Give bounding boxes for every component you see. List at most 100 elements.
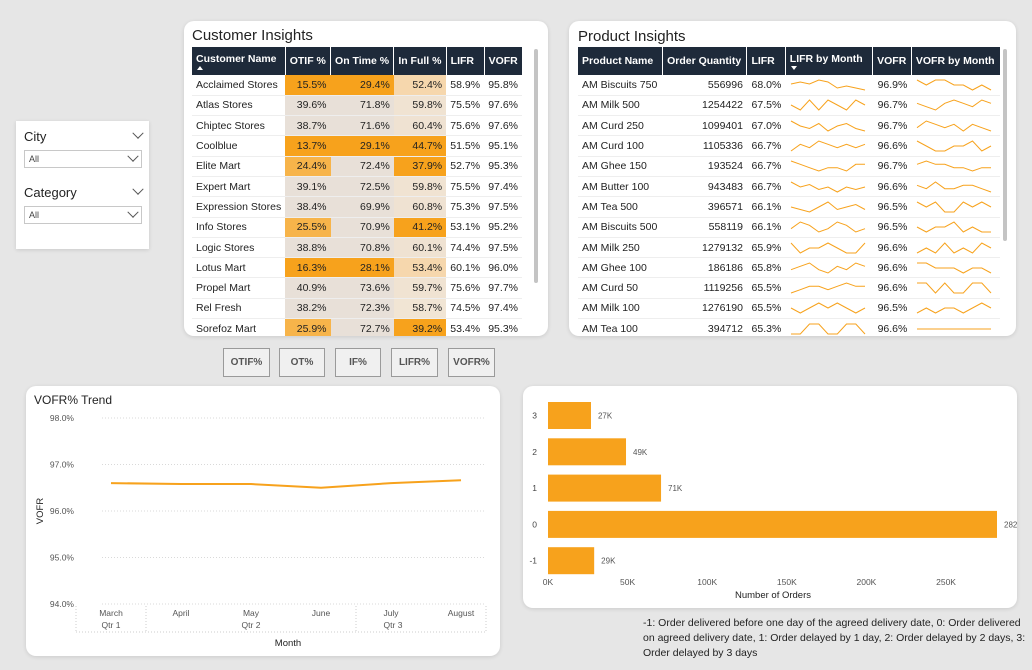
category-dropdown[interactable]: All — [24, 206, 142, 224]
lifr-cell: 66.1% — [746, 217, 786, 238]
table-row[interactable]: AM Curd 50 1119256 65.5% 96.6% — [578, 277, 1000, 299]
bar-value-label: 29K — [601, 557, 616, 566]
vofr-button[interactable]: VOFR% — [448, 348, 495, 377]
table-row[interactable]: AM Ghee 150 193524 66.7% 96.7% — [578, 156, 1000, 177]
sparkline-path — [917, 160, 992, 172]
product-name-cell: AM Butter 100 — [578, 176, 663, 198]
table-row[interactable]: AM Tea 500 396571 66.1% 96.5% — [578, 196, 1000, 218]
city-dropdown[interactable]: All — [24, 150, 142, 168]
city-slicer: City All — [24, 127, 144, 168]
column-header[interactable]: On Time % — [330, 47, 394, 75]
table-row[interactable]: Chiptec Stores 38.7% 71.6% 60.4% 75.6% 97.6% — [192, 115, 522, 137]
metric-cell: 53.4% — [446, 318, 485, 336]
metric-cell: 44.7% — [393, 135, 447, 157]
table-row[interactable]: Coolblue 13.7% 29.1% 44.7% 51.5% 95.1% — [192, 135, 522, 157]
vofr-cell: 96.6% — [872, 237, 912, 259]
table-row[interactable]: AM Ghee 100 186186 65.8% 96.6% — [578, 257, 1000, 279]
column-header[interactable]: Customer Name — [192, 47, 286, 75]
metric-cell: 75.6% — [446, 115, 485, 137]
city-slicer-header[interactable]: City — [24, 127, 144, 145]
metric-cell: 95.3% — [484, 318, 522, 336]
column-header[interactable]: Order Quantity — [662, 47, 747, 75]
table-row[interactable]: Lotus Mart 16.3% 28.1% 53.4% 60.1% 96.0% — [192, 257, 522, 279]
table-row[interactable]: AM Milk 250 1279132 65.9% 96.6% — [578, 237, 1000, 259]
table-row[interactable]: Expression Stores 38.4% 69.9% 60.8% 75.3% 97.… — [192, 196, 522, 218]
customer-name-cell: Logic Stores — [192, 237, 286, 259]
table-row[interactable]: Elite Mart 24.4% 72.4% 37.9% 52.7% 95.3% — [192, 156, 522, 177]
metric-cell: 75.3% — [446, 196, 485, 218]
sparkline — [791, 160, 866, 172]
table-row[interactable]: AM Biscuits 500 558119 66.1% 96.5% — [578, 217, 1000, 238]
bar-value-label: 71K — [668, 484, 683, 493]
product-insights-table: Product Name Order Quantity LIFR LIFR by Mo… — [578, 47, 1000, 336]
table-row[interactable]: AM Curd 250 1099401 67.0% 96.7% — [578, 115, 1000, 137]
chevron-down-icon[interactable] — [132, 127, 144, 139]
column-header[interactable]: LIFR by Month — [784, 47, 873, 75]
chevron-down-icon — [127, 150, 139, 162]
order-quantity-cell: 186186 — [662, 257, 747, 279]
sort-descending-icon[interactable] — [790, 65, 797, 70]
vofr-sparkline-cell — [911, 237, 1000, 259]
vofr-cell: 96.5% — [872, 196, 912, 218]
table-row[interactable]: AM Milk 100 1276190 65.5% 96.5% — [578, 298, 1000, 320]
table-row[interactable]: Propel Mart 40.9% 73.6% 59.7% 75.6% 97.7% — [192, 277, 522, 299]
category-slicer-header[interactable]: Category — [24, 183, 144, 201]
table-row[interactable]: AM Tea 100 394712 65.3% 96.6% — [578, 318, 1000, 336]
otif-button[interactable]: OTIF% — [223, 348, 270, 377]
table-row[interactable]: Sorefoz Mart 25.9% 72.7% 39.2% 53.4% 95.3% — [192, 318, 522, 336]
metric-cell: 72.4% — [330, 156, 394, 177]
chevron-down-icon[interactable] — [132, 183, 144, 195]
table-scrollbar[interactable] — [534, 49, 538, 283]
lifr-button[interactable]: LIFR% — [391, 348, 438, 377]
metric-cell: 97.4% — [484, 298, 522, 320]
sparkline — [791, 181, 866, 193]
table-row[interactable]: Expert Mart 39.1% 72.5% 59.8% 75.5% 97.4% — [192, 176, 522, 198]
table-scrollbar[interactable] — [1003, 49, 1007, 241]
metric-cell: 97.5% — [484, 196, 522, 218]
column-header[interactable]: VOFR — [483, 47, 522, 75]
column-header[interactable]: VOFR by Month — [910, 47, 1000, 75]
ot-button[interactable]: OT% — [279, 348, 325, 377]
table-row[interactable]: Atlas Stores 39.6% 71.8% 59.8% 75.5% 97.6% — [192, 95, 522, 117]
vofr-sparkline-cell — [911, 277, 1000, 299]
table-row[interactable]: AM Butter 100 943483 66.7% 96.6% — [578, 176, 1000, 198]
table-row[interactable]: AM Biscuits 750 556996 68.0% 96.9% — [578, 75, 1000, 96]
x-tick-label: May — [243, 608, 260, 618]
table-row[interactable]: Info Stores 25.5% 70.9% 41.2% 53.1% 95.2% — [192, 217, 522, 238]
sparkline-path — [917, 282, 992, 294]
x-tick-label: 100K — [697, 577, 717, 587]
lifr-sparkline-cell — [785, 115, 873, 137]
vofr-cell: 96.6% — [872, 176, 912, 198]
lifr-cell: 65.3% — [746, 318, 786, 336]
order-quantity-cell: 1276190 — [662, 298, 747, 320]
table-row[interactable]: AM Milk 500 1254422 67.5% 96.7% — [578, 95, 1000, 117]
column-header[interactable]: LIFR — [746, 47, 786, 75]
lifr-cell: 65.5% — [746, 298, 786, 320]
column-header[interactable]: In Full % — [393, 47, 447, 75]
metric-cell: 29.4% — [330, 75, 394, 96]
metric-cell: 52.4% — [393, 75, 447, 96]
column-header[interactable]: VOFR — [872, 47, 912, 75]
column-header[interactable]: Product Name — [578, 47, 663, 75]
metric-cell: 37.9% — [393, 156, 447, 177]
product-name-cell: AM Biscuits 500 — [578, 217, 663, 238]
if-button[interactable]: IF% — [335, 348, 381, 377]
sort-ascending-icon[interactable] — [197, 65, 203, 70]
table-row[interactable]: Logic Stores 38.8% 70.8% 60.1% 74.4% 97.5% — [192, 237, 522, 259]
x-tick-label: July — [383, 608, 399, 618]
category-slicer: Category All — [24, 183, 144, 224]
category-label: 3 — [532, 411, 537, 421]
order-quantity-cell: 1105336 — [662, 135, 747, 157]
sparkline — [791, 262, 866, 274]
x-tick-label: August — [448, 608, 475, 618]
table-row[interactable]: Rel Fresh 38.2% 72.3% 58.7% 74.5% 97.4% — [192, 298, 522, 320]
city-dropdown-value: All — [29, 154, 40, 164]
column-header[interactable]: OTIF % — [284, 47, 331, 75]
x-axis-label: Number of Orders — [735, 590, 811, 601]
column-header[interactable]: LIFR — [445, 47, 485, 75]
table-row[interactable]: Acclaimed Stores 15.5% 29.4% 52.4% 58.9% 95.8… — [192, 75, 522, 96]
metric-cell: 75.6% — [446, 277, 485, 299]
table-row[interactable]: AM Curd 100 1105336 66.7% 96.6% — [578, 135, 1000, 157]
category-label: -1 — [529, 556, 537, 566]
sparkline-path — [791, 120, 866, 132]
